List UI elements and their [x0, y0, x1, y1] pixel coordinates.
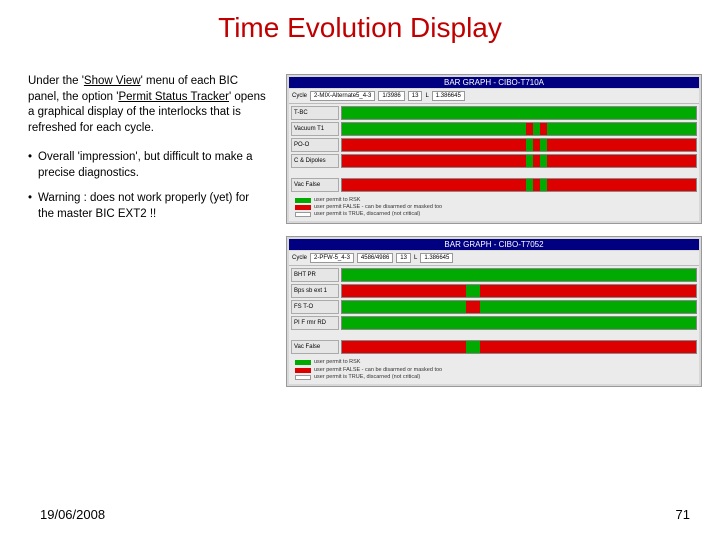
- panel-title: BAR GRAPH - CIBO-T7052: [289, 239, 699, 250]
- bar-graph-panel-2: BAR GRAPH - CIBO-T7052 Cycle 2-PFW-5_4-3…: [286, 236, 702, 386]
- track-row: [341, 300, 697, 314]
- track-row: [341, 122, 697, 136]
- intro-para: Under the 'Show View' menu of each BIC p…: [28, 74, 268, 136]
- row-label: Bps sb ext 1: [291, 284, 339, 298]
- value-field[interactable]: 1.386645: [432, 91, 465, 101]
- swatch-red-icon: [295, 205, 311, 210]
- panel-legend: user permit to RSK user permit FALSE - c…: [289, 194, 699, 221]
- track-row: [341, 106, 697, 120]
- show-view-link: Show View: [84, 75, 141, 87]
- row-label: Vac False: [291, 340, 339, 354]
- bar-graph-panel-1: BAR GRAPH - CIBO-T710A Cycle 2-MIX-Alter…: [286, 74, 702, 224]
- row-label: FS T-O: [291, 300, 339, 314]
- cycle-field[interactable]: 2-PFW-5_4-3: [310, 253, 354, 263]
- count-field[interactable]: 1/3986: [378, 91, 404, 101]
- panel-toolbar: Cycle 2-MIX-Alternate5_4-3 1/3986 13 L 1…: [289, 89, 699, 104]
- text-column: Under the 'Show View' menu of each BIC p…: [28, 74, 268, 387]
- track-row: [341, 178, 697, 192]
- panel-body: T-BC Vacuum T1 PO-O C & Dipoles Vac Fals…: [289, 104, 699, 194]
- value-field[interactable]: 1.386645: [420, 253, 453, 263]
- content-row: Under the 'Show View' menu of each BIC p…: [0, 44, 720, 387]
- panel-body: BHT PR Bps sb ext 1 FS T-O PI F rmr RD V…: [289, 266, 699, 356]
- num-field[interactable]: 13: [396, 253, 411, 263]
- panel-legend: user permit to RSK user permit FALSE - c…: [289, 356, 699, 383]
- track-row: [341, 316, 697, 330]
- swatch-white-icon: [295, 212, 311, 217]
- track-row: [341, 340, 697, 354]
- figure-column: BAR GRAPH - CIBO-T710A Cycle 2-MIX-Alter…: [286, 74, 702, 387]
- row-label: BHT PR: [291, 268, 339, 282]
- swatch-green-icon: [295, 360, 311, 365]
- count-field[interactable]: 4586/4986: [357, 253, 393, 263]
- row-label: T-BC: [291, 106, 339, 120]
- bullet-item: Warning : does not work properly (yet) f…: [28, 191, 268, 222]
- row-label: PI F rmr RD: [291, 316, 339, 330]
- swatch-red-icon: [295, 368, 311, 373]
- footer-page: 71: [676, 507, 690, 522]
- permit-status-tracker-link: Permit Status Tracker: [118, 91, 229, 103]
- swatch-green-icon: [295, 198, 311, 203]
- track-row: [341, 268, 697, 282]
- panel-title: BAR GRAPH - CIBO-T710A: [289, 77, 699, 88]
- track-row: [341, 138, 697, 152]
- row-label: C & Dipoles: [291, 154, 339, 168]
- cycle-field[interactable]: 2-MIX-Alternate5_4-3: [310, 91, 375, 101]
- track-row: [341, 284, 697, 298]
- row-label: Vac False: [291, 178, 339, 192]
- panel-toolbar: Cycle 2-PFW-5_4-3 4586/4986 13 L 1.38664…: [289, 251, 699, 266]
- track-row: [341, 154, 697, 168]
- num-field[interactable]: 13: [408, 91, 423, 101]
- bullet-item: Overall 'impression', but difficult to m…: [28, 150, 268, 181]
- row-label: Vacuum T1: [291, 122, 339, 136]
- swatch-white-icon: [295, 375, 311, 380]
- footer-date: 19/06/2008: [40, 507, 105, 522]
- row-label: PO-O: [291, 138, 339, 152]
- slide-title: Time Evolution Display: [0, 0, 720, 44]
- slide-footer: 19/06/2008 71: [40, 507, 690, 522]
